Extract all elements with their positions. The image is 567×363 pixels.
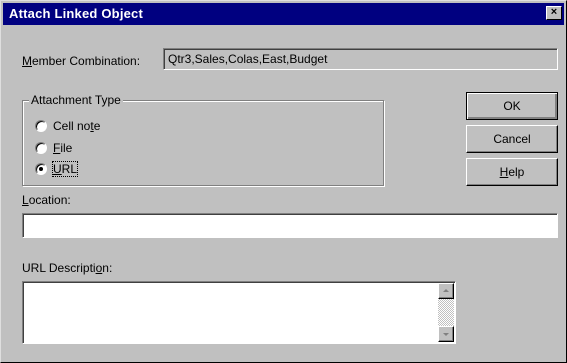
arrow-down-icon	[443, 333, 449, 336]
cell-note-radio-indicator[interactable]	[35, 120, 47, 132]
close-icon: ×	[550, 6, 558, 18]
location-label: Location:	[22, 193, 71, 207]
close-button[interactable]: ×	[546, 6, 562, 20]
member-combination-label: Member Combination:	[22, 54, 141, 68]
attachment-type-caption: Attachment Type	[29, 93, 123, 107]
url-label: URL	[51, 161, 79, 177]
mnemonic-char: H	[499, 165, 509, 179]
dialog-title: Attach Linked Object	[9, 6, 144, 21]
mnemonic-char: M	[22, 54, 32, 68]
mnemonic-char: F	[53, 141, 61, 155]
scroll-down-button[interactable]	[438, 326, 454, 342]
url-description-scrollbar[interactable]	[438, 283, 454, 342]
cancel-button[interactable]: Cancel	[466, 125, 558, 153]
url-description-label: URL Description:	[22, 261, 113, 275]
arrow-up-icon	[443, 289, 449, 292]
member-combination-value: Qtr3,Sales,Colas,East,Budget	[163, 48, 558, 70]
mnemonic-char: t	[90, 119, 94, 133]
url-radio-indicator[interactable]	[35, 163, 47, 175]
mnemonic-char: U	[53, 162, 62, 176]
title-bar: Attach Linked Object ×	[3, 3, 564, 25]
ok-button[interactable]: OK	[466, 92, 558, 120]
attach-linked-object-dialog: Attach Linked Object × Member Combinatio…	[0, 0, 567, 363]
url-description-textarea[interactable]	[22, 281, 456, 344]
scroll-up-button[interactable]	[438, 283, 454, 299]
file-label: File	[53, 141, 73, 155]
help-button[interactable]: Help	[466, 158, 558, 186]
file-radio-indicator[interactable]	[35, 142, 47, 154]
location-input[interactable]	[22, 213, 558, 238]
mnemonic-char: L	[22, 193, 29, 207]
attachment-type-group: Attachment Type Cell note File URL	[22, 93, 384, 186]
mnemonic-char: o	[95, 261, 103, 275]
cell-note-label: Cell note	[53, 119, 101, 133]
